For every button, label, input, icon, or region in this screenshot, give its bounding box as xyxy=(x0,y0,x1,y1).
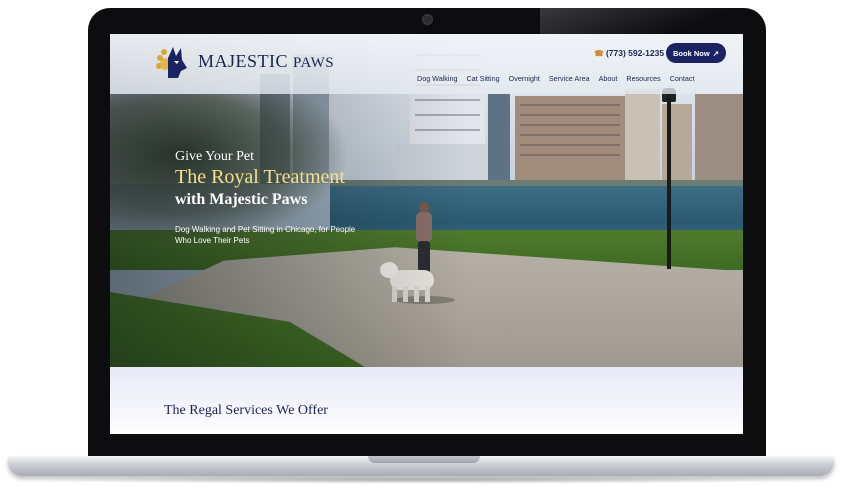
brand-name-part-2: PAWS xyxy=(293,55,335,71)
nav-item-about[interactable]: About xyxy=(599,74,618,83)
nav-item-dog-walking[interactable]: Dog Walking xyxy=(417,74,457,83)
hero-post-title: with Majestic Paws xyxy=(175,191,308,208)
services-section: The Regal Services We Offer xyxy=(110,367,743,434)
laptop-base-notch xyxy=(368,456,480,463)
phone-icon: ☎ xyxy=(594,49,604,58)
laptop-screen: Give Your Pet The Royal Treatment with M… xyxy=(110,34,743,434)
hero-main-title: The Royal Treatment xyxy=(175,166,345,188)
majestic-paws-dog-paw-logo[interactable] xyxy=(154,44,190,80)
hero-subtitle: Dog Walking and Pet Sitting in Chicago, … xyxy=(175,225,356,245)
hero-pre-title: Give Your Pet xyxy=(175,149,254,164)
book-now-button[interactable]: Book Now ↗ xyxy=(666,43,726,63)
nav-item-service-area[interactable]: Service Area xyxy=(549,74,590,83)
nav-item-cat-sitting[interactable]: Cat Sitting xyxy=(466,74,499,83)
phone-link[interactable]: ☎ (773) 592-1235 xyxy=(594,48,664,58)
brand-name-part-1: MAJESTIC xyxy=(198,51,289,71)
site-header: MAJESTIC PAWS ☎ (773) 592-1235 Book Now ↗… xyxy=(110,34,743,94)
laptop-shadow xyxy=(30,476,812,484)
brand-name[interactable]: MAJESTIC PAWS xyxy=(198,51,334,72)
phone-number: (773) 592-1235 xyxy=(605,48,665,58)
arrow-up-right-icon: ↗ xyxy=(712,48,719,58)
nav-item-overnight[interactable]: Overnight xyxy=(509,74,540,83)
webcam-icon xyxy=(422,14,433,25)
book-now-label: Book Now xyxy=(673,48,710,58)
services-section-title: The Regal Services We Offer xyxy=(164,403,328,418)
nav-item-contact[interactable]: Contact xyxy=(670,74,695,83)
nav-item-resources[interactable]: Resources xyxy=(626,74,660,83)
lamp-post xyxy=(667,94,671,269)
main-nav: Dog Walking Cat Sitting Overnight Servic… xyxy=(417,74,695,83)
